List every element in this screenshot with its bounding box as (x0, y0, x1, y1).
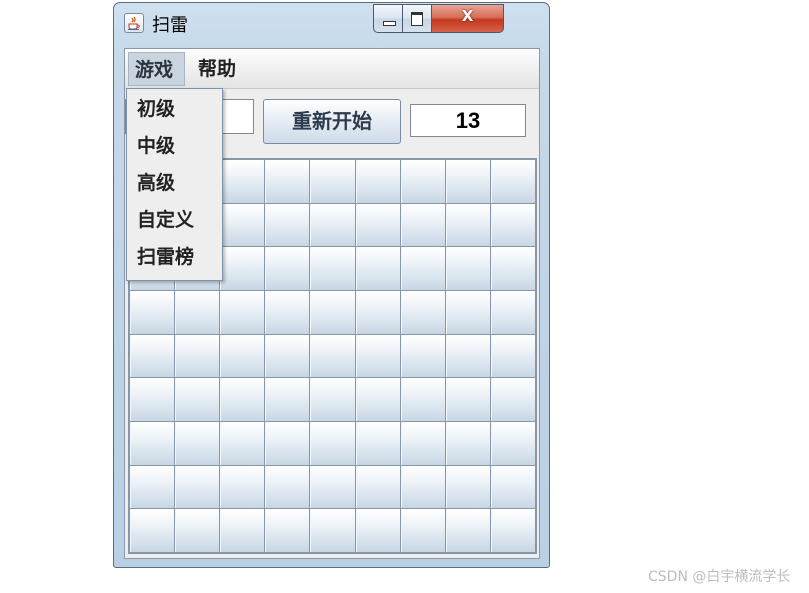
window-title: 扫雷 (152, 15, 188, 36)
mine-cell[interactable] (220, 247, 265, 290)
timer-display: 13 (410, 104, 526, 137)
mine-cell[interactable] (355, 465, 400, 509)
mine-cell[interactable] (310, 422, 355, 465)
mine-cell[interactable] (310, 247, 355, 290)
mine-cell[interactable] (445, 509, 490, 552)
minimize-icon (383, 21, 396, 26)
mine-cell[interactable] (445, 291, 490, 334)
mine-cell[interactable] (445, 422, 490, 465)
mine-cell[interactable] (265, 247, 310, 290)
mine-cell[interactable] (490, 247, 535, 290)
mine-cell[interactable] (220, 160, 265, 203)
mine-cell[interactable] (220, 203, 265, 247)
mine-cell[interactable] (130, 378, 175, 421)
caption-buttons: X (373, 4, 504, 33)
mine-cell[interactable] (310, 465, 355, 509)
mine-cell[interactable] (400, 247, 445, 290)
java-cup-icon[interactable] (124, 13, 144, 33)
close-button[interactable]: X (431, 4, 504, 33)
mine-cell[interactable] (310, 509, 355, 552)
mine-cell[interactable] (400, 160, 445, 203)
mine-cell[interactable] (490, 378, 535, 421)
mine-cell[interactable] (130, 291, 175, 334)
minesweeper-window: 扫雷 X 游戏 帮助 重新开始 13 (113, 2, 550, 568)
mine-cell[interactable] (490, 334, 535, 378)
mine-cell[interactable] (265, 509, 310, 552)
mine-cell[interactable] (355, 291, 400, 334)
menu-help[interactable]: 帮助 (192, 52, 242, 86)
mine-cell[interactable] (490, 291, 535, 334)
mine-cell[interactable] (220, 334, 265, 378)
menu-game[interactable]: 游戏 (128, 52, 185, 86)
mine-cell[interactable] (265, 334, 310, 378)
maximize-icon (411, 12, 423, 26)
mine-cell[interactable] (445, 334, 490, 378)
mine-cell[interactable] (400, 509, 445, 552)
mine-cell[interactable] (400, 291, 445, 334)
mine-cell[interactable] (355, 203, 400, 247)
mine-cell[interactable] (355, 378, 400, 421)
menu-item-beginner[interactable]: 初级 (127, 91, 222, 127)
mine-cell[interactable] (265, 160, 310, 203)
mine-cell[interactable] (175, 465, 220, 509)
mine-cell[interactable] (445, 203, 490, 247)
mine-cell[interactable] (355, 247, 400, 290)
mine-cell[interactable] (175, 509, 220, 552)
mine-cell[interactable] (175, 378, 220, 421)
mine-cell[interactable] (400, 378, 445, 421)
title-bar[interactable]: 扫雷 X (114, 3, 549, 47)
mine-cell[interactable] (400, 334, 445, 378)
mine-cell[interactable] (310, 160, 355, 203)
mine-cell[interactable] (310, 291, 355, 334)
mine-cell[interactable] (490, 160, 535, 203)
mine-cell[interactable] (400, 422, 445, 465)
mine-cell[interactable] (310, 334, 355, 378)
maximize-button[interactable] (402, 4, 431, 33)
mine-cell[interactable] (355, 160, 400, 203)
mine-cell[interactable] (130, 465, 175, 509)
game-menu-dropdown: 初级 中级 高级 自定义 扫雷榜 (126, 88, 223, 281)
mine-cell[interactable] (445, 160, 490, 203)
mine-cell[interactable] (490, 509, 535, 552)
menu-item-expert[interactable]: 高级 (127, 165, 222, 201)
mine-cell[interactable] (490, 465, 535, 509)
restart-button[interactable]: 重新开始 (263, 99, 401, 144)
mine-cell[interactable] (220, 422, 265, 465)
mine-cell[interactable] (310, 378, 355, 421)
mine-cell[interactable] (445, 378, 490, 421)
mine-cell[interactable] (130, 509, 175, 552)
mine-cell[interactable] (130, 422, 175, 465)
mine-cell[interactable] (220, 378, 265, 421)
mine-cell[interactable] (445, 465, 490, 509)
close-icon: X (461, 7, 474, 25)
mine-cell[interactable] (175, 422, 220, 465)
mine-cell[interactable] (265, 203, 310, 247)
menu-item-custom[interactable]: 自定义 (127, 202, 222, 238)
watermark-text: CSDN @白宇横流学长 (648, 569, 791, 585)
mine-cell[interactable] (175, 334, 220, 378)
mine-cell[interactable] (355, 422, 400, 465)
mine-cell[interactable] (220, 291, 265, 334)
mine-cell[interactable] (445, 247, 490, 290)
mine-cell[interactable] (265, 465, 310, 509)
menu-bar: 游戏 帮助 (125, 49, 539, 89)
mine-cell[interactable] (355, 509, 400, 552)
mine-cell[interactable] (400, 203, 445, 247)
mine-cell[interactable] (220, 465, 265, 509)
mine-cell[interactable] (490, 203, 535, 247)
mine-cell[interactable] (310, 203, 355, 247)
mine-cell[interactable] (130, 334, 175, 378)
menu-item-leaderboard[interactable]: 扫雷榜 (127, 239, 222, 275)
mine-cell[interactable] (265, 378, 310, 421)
mine-cell[interactable] (220, 509, 265, 552)
mine-cell[interactable] (355, 334, 400, 378)
menu-item-intermediate[interactable]: 中级 (127, 128, 222, 164)
mine-cell[interactable] (400, 465, 445, 509)
mine-cell[interactable] (265, 422, 310, 465)
mine-cell[interactable] (175, 291, 220, 334)
minimize-button[interactable] (373, 4, 402, 33)
mine-cell[interactable] (490, 422, 535, 465)
mine-cell[interactable] (265, 291, 310, 334)
